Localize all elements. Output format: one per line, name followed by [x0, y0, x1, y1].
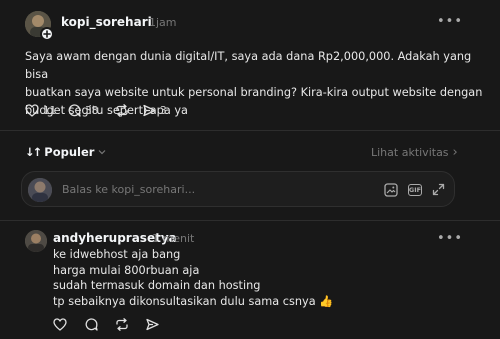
reply-text-line: sudah termasuk domain dan hosting — [53, 279, 261, 292]
sort-dropdown[interactable]: ↓↑ Populer — [25, 145, 106, 159]
reply-text-line: tp sebaiknya dikonsultasikan dulu sama c… — [53, 294, 473, 310]
like-button[interactable]: 11 — [25, 104, 56, 117]
post-text-line: Saya awam dengan dunia digital/IT, saya … — [25, 50, 472, 81]
follow-plus-icon[interactable] — [40, 27, 54, 41]
share-count: 3 — [160, 104, 167, 117]
reply-like-button[interactable] — [53, 318, 67, 331]
heart-icon — [25, 104, 39, 117]
reply-composer[interactable]: Balas ke kopi_sorehari... GIF — [21, 171, 455, 207]
divider — [0, 130, 500, 131]
chevron-right-icon: › — [452, 145, 458, 160]
reply-text: ke idwebhost aja bang harga mulai 800rbu… — [53, 247, 473, 309]
gif-icon[interactable]: GIF — [408, 184, 422, 196]
repost-icon — [116, 318, 128, 331]
view-activity-label: Lihat aktivitas — [371, 146, 449, 159]
post-text-line: buatkan saya website untuk personal bran… — [25, 86, 483, 99]
share-icon — [143, 104, 156, 117]
comment-button[interactable]: 38 — [68, 104, 98, 117]
post-more-button[interactable]: ••• — [437, 14, 463, 29]
share-button[interactable]: 3 — [143, 104, 167, 117]
post-time: 1jam — [149, 16, 177, 29]
reply-time: 1 menit — [152, 232, 195, 245]
heart-icon — [53, 318, 67, 331]
reply-author-avatar[interactable] — [25, 230, 47, 252]
comment-icon — [85, 318, 98, 331]
view-activity-link[interactable]: Lihat aktivitas › — [371, 145, 458, 160]
repost-icon — [116, 104, 128, 117]
comment-count: 38 — [85, 104, 99, 117]
comment-icon — [68, 104, 81, 117]
sort-arrows-icon: ↓↑ — [25, 145, 42, 159]
reply-share-button[interactable] — [146, 318, 159, 331]
reply-text-line: harga mulai 800rbuan aja — [53, 263, 200, 277]
reply-repost-button[interactable] — [115, 318, 129, 331]
thumbs-up-emoji: 👍 — [319, 294, 334, 308]
chevron-down-icon — [99, 150, 106, 155]
reply-text-line-content: tp sebaiknya dikonsultasikan dulu sama c… — [53, 294, 316, 308]
reply-comment-button[interactable] — [85, 318, 98, 331]
repost-button[interactable] — [115, 104, 129, 117]
reply-input[interactable]: Balas ke kopi_sorehari... — [62, 183, 195, 196]
current-user-avatar — [28, 178, 52, 202]
share-icon — [146, 318, 159, 331]
post-username[interactable]: kopi_sorehari — [61, 15, 152, 29]
image-icon[interactable] — [384, 183, 398, 197]
like-count: 11 — [43, 104, 57, 117]
divider — [0, 220, 500, 221]
sort-label: Populer — [44, 145, 95, 159]
reply-more-button[interactable]: ••• — [437, 231, 463, 246]
expand-icon[interactable] — [432, 183, 445, 196]
reply-text-line: ke idwebhost aja bang — [53, 248, 181, 261]
